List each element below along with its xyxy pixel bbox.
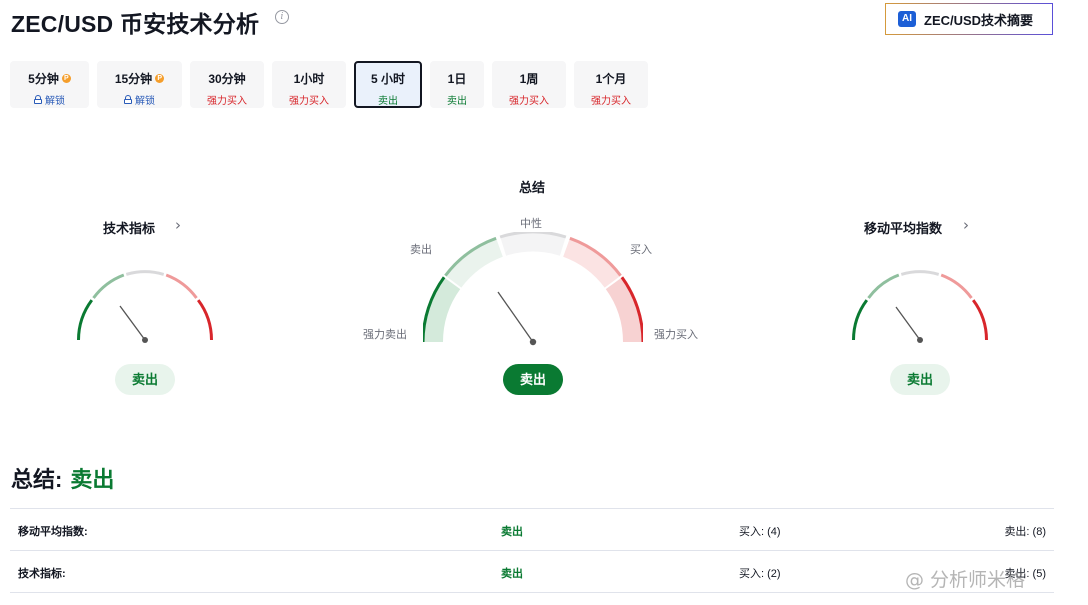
row-signal: 卖出: [501, 526, 523, 538]
moving-averages-title[interactable]: 移动平均指数: [864, 218, 942, 237]
row-name: 移动平均指数:: [18, 526, 88, 538]
row-buy-count: 买入: (2): [739, 568, 781, 580]
tab-status: 强力买入: [509, 96, 549, 107]
tab-30min[interactable]: 30分钟 强力买入: [190, 61, 264, 108]
tab-5hour[interactable]: 5 小时 卖出: [354, 61, 422, 108]
tab-status: 强力买入: [289, 96, 329, 107]
lock-icon: [124, 95, 132, 104]
summary-label: 总结:: [11, 467, 63, 492]
tab-status: 卖出: [378, 96, 398, 107]
page-title: ZEC/USD 币安技术分析: [11, 11, 260, 37]
tab-1day[interactable]: 1日 卖出: [430, 61, 484, 108]
technical-indicators-result: 卖出: [115, 364, 175, 395]
label-strong-sell: 强力卖出: [363, 329, 407, 341]
ai-icon: AI: [898, 11, 916, 27]
needle-pivot: [917, 337, 923, 343]
pro-icon: P: [155, 74, 165, 83]
summary-gauge: [423, 232, 643, 346]
row-name: 技术指标:: [18, 568, 66, 580]
label-strong-buy: 强力买入: [654, 329, 698, 341]
row-sell-count: 卖出: (8): [1004, 526, 1046, 538]
summary-gauge-result: 卖出: [503, 364, 563, 395]
moving-averages-gauge: [852, 270, 988, 343]
lock-icon: [34, 95, 42, 104]
tab-15min[interactable]: 15分钟 P 解锁: [97, 61, 182, 108]
chevron-right-icon[interactable]: ›: [963, 216, 969, 234]
moving-averages-result: 卖出: [890, 364, 950, 395]
tab-label: 30分钟: [208, 72, 246, 86]
tab-label: 5 小时: [370, 72, 405, 86]
label-neutral: 中性: [520, 218, 542, 230]
chevron-right-icon[interactable]: ›: [175, 216, 181, 234]
pro-icon: P: [61, 74, 71, 83]
tab-label: 1日: [447, 72, 467, 86]
tab-label: 1个月: [595, 72, 627, 86]
tab-1week[interactable]: 1周 强力买入: [492, 61, 566, 108]
needle: [119, 305, 146, 341]
tab-status: 解锁: [45, 96, 65, 107]
table-row: 技术指标: 卖出 买入: (2) 卖出: (5): [10, 550, 1054, 593]
technical-indicators-gauge: [77, 270, 213, 343]
needle: [895, 306, 921, 341]
ai-summary-button[interactable]: AI ZEC/USD技术摘要: [885, 3, 1053, 35]
watermark: @ 分析师米格: [905, 569, 1026, 591]
summary-value: 卖出: [70, 467, 115, 492]
tab-1hour[interactable]: 1小时 强力买入: [272, 61, 346, 108]
row-buy-count: 买入: (4): [739, 526, 781, 538]
tab-label: 1小时: [293, 72, 325, 86]
tab-5min[interactable]: 5分钟 P 解锁: [10, 61, 89, 108]
info-icon[interactable]: i: [275, 10, 289, 24]
needle: [497, 291, 534, 343]
summary-heading: 总结: 卖出: [11, 462, 114, 494]
tab-status: 强力买入: [591, 96, 631, 107]
summary-gauge-title: 总结: [519, 180, 546, 195]
tab-status: 卖出: [447, 96, 467, 107]
row-signal: 卖出: [501, 568, 523, 580]
needle-pivot: [142, 337, 148, 343]
technical-indicators-title[interactable]: 技术指标: [103, 218, 155, 237]
tab-label: 5分钟: [28, 72, 59, 86]
table-row: 移动平均指数: 卖出 买入: (4) 卖出: (8): [10, 508, 1054, 550]
ai-summary-label: ZEC/USD技术摘要: [924, 12, 1034, 28]
tab-1month[interactable]: 1个月 强力买入: [574, 61, 648, 108]
tab-label: 1周: [519, 72, 539, 86]
tab-label: 15分钟: [114, 72, 153, 86]
tab-status: 解锁: [135, 96, 155, 107]
needle-pivot: [529, 338, 537, 346]
tab-status: 强力买入: [207, 96, 247, 107]
